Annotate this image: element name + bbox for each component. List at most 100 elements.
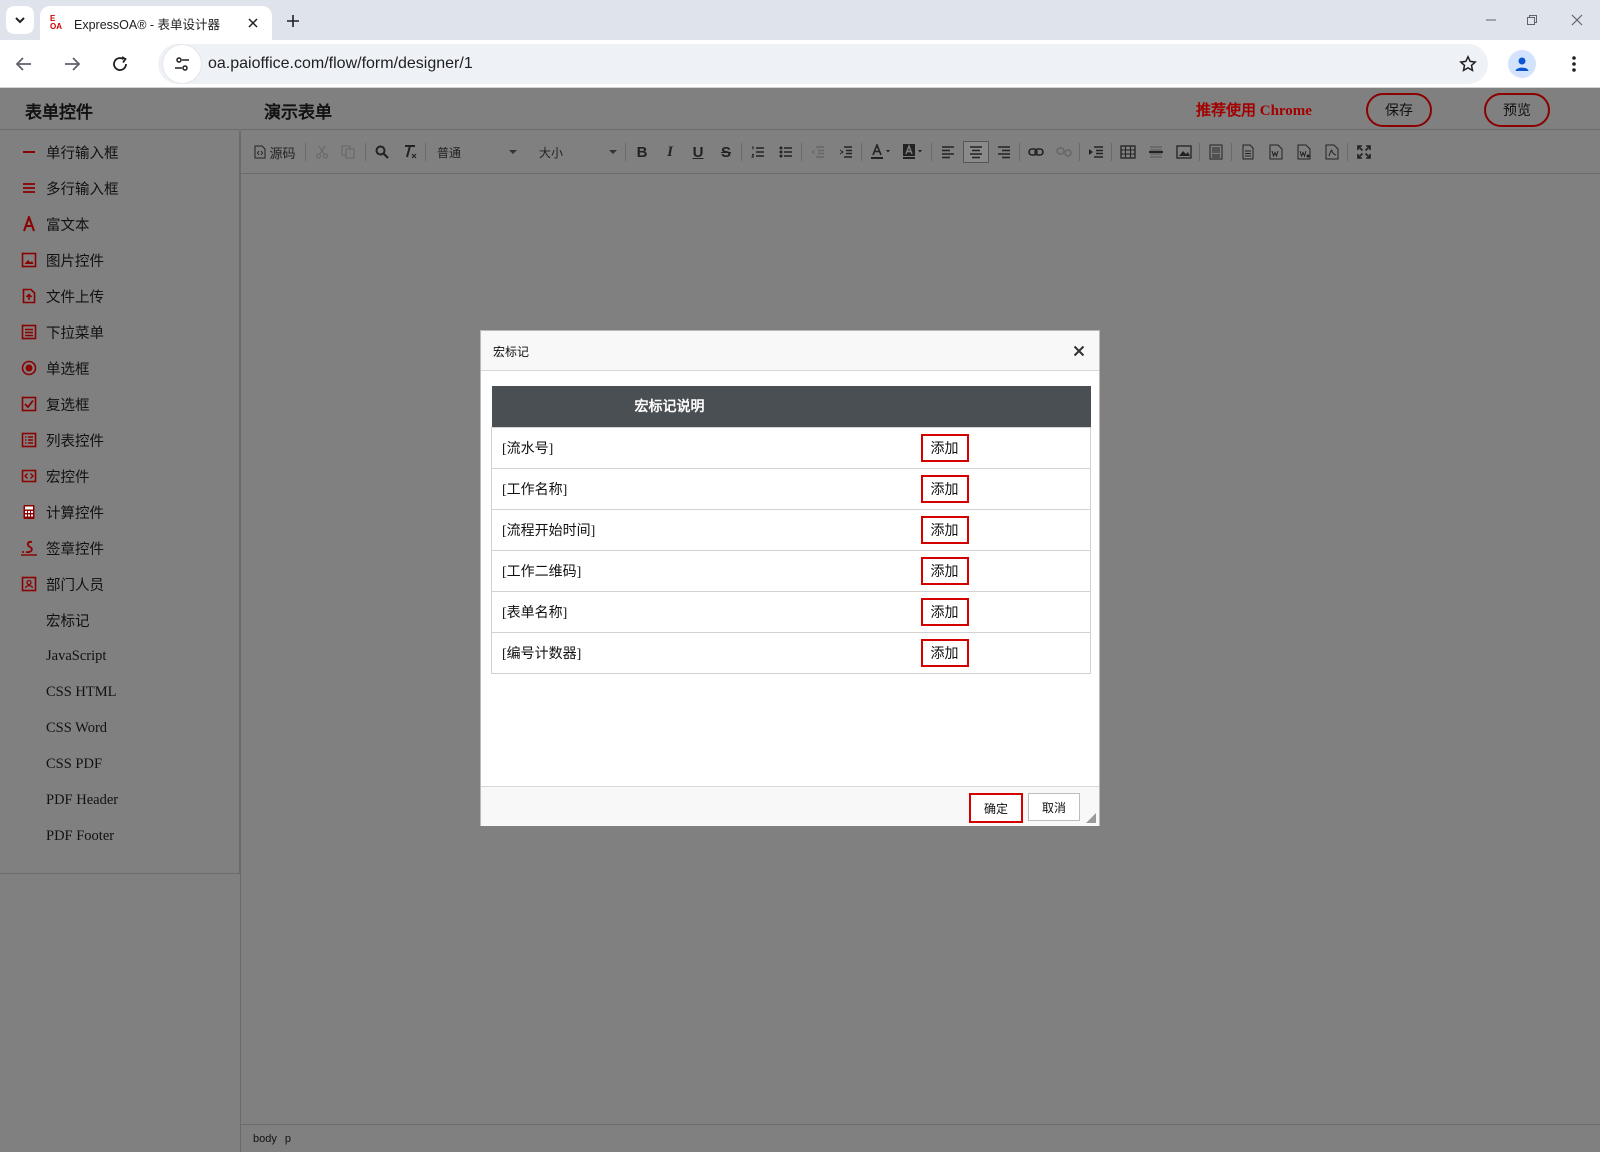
- confirm-button[interactable]: 确定: [969, 793, 1023, 823]
- sidebar-item-css-html[interactable]: CSS HTML: [46, 674, 117, 710]
- close-window-button[interactable]: [1564, 8, 1590, 32]
- sidebar-item-css-word[interactable]: CSS Word: [46, 710, 107, 746]
- link-icon[interactable]: [1025, 141, 1047, 163]
- macro-table: 宏标记说明 [流水号] 添加 [工作名称] 添加 [流程开始时间] 添加 [工作…: [491, 386, 1091, 674]
- cancel-button[interactable]: 取消: [1028, 793, 1080, 821]
- indent-icon[interactable]: [835, 141, 857, 163]
- word-import-icon[interactable]: [1293, 141, 1315, 163]
- add-button[interactable]: 添加: [920, 556, 969, 585]
- back-button[interactable]: [10, 50, 38, 78]
- document-icon[interactable]: [1237, 141, 1259, 163]
- pdf-export-icon[interactable]: [1321, 141, 1343, 163]
- sidebar-item-image-control[interactable]: 图片控件: [20, 242, 104, 278]
- browser-tab[interactable]: E OA ExpressOA® - 表单设计器: [40, 6, 272, 40]
- toolbar-separator: [305, 143, 306, 161]
- word-export-icon[interactable]: [1265, 141, 1287, 163]
- forward-button[interactable]: [58, 50, 86, 78]
- bold-icon[interactable]: B: [631, 141, 653, 163]
- horizontal-rule-icon[interactable]: [1145, 141, 1167, 163]
- restore-button[interactable]: [1519, 8, 1545, 32]
- sidebar-item-macro-control[interactable]: 宏控件: [20, 458, 90, 494]
- reload-button[interactable]: [106, 50, 134, 78]
- sidebar-item-calculation-control[interactable]: 计算控件: [20, 494, 104, 530]
- sidebar-item-javascript[interactable]: JavaScript: [46, 638, 106, 674]
- caret-down-icon: [609, 150, 617, 154]
- clear-format-icon[interactable]: [399, 141, 421, 163]
- add-button[interactable]: 添加: [920, 638, 969, 667]
- insert-image-icon[interactable]: [1173, 141, 1195, 163]
- path-p[interactable]: p: [285, 1133, 291, 1145]
- underline-icon[interactable]: U: [687, 141, 709, 163]
- sidebar-item-signature-control[interactable]: 签章控件: [20, 530, 104, 566]
- strikethrough-icon[interactable]: S: [715, 141, 737, 163]
- sidebar-item-pdf-header[interactable]: PDF Header: [46, 782, 118, 818]
- unlink-icon[interactable]: [1053, 141, 1075, 163]
- sidebar-item-label: 宏标记: [46, 613, 90, 630]
- add-button[interactable]: 添加: [920, 515, 969, 544]
- preview-button[interactable]: 预览: [1484, 93, 1550, 127]
- tab-search-button[interactable]: [6, 6, 34, 34]
- new-tab-button[interactable]: [280, 8, 306, 34]
- sidebar-item-css-pdf[interactable]: CSS PDF: [46, 746, 102, 782]
- department-icon: [20, 575, 38, 593]
- bulleted-list-icon[interactable]: [775, 141, 797, 163]
- italic-icon[interactable]: I: [659, 141, 681, 163]
- sidebar-item-rich-text[interactable]: 富文本: [20, 206, 90, 242]
- table-row: [工作名称] 添加: [491, 467, 1091, 510]
- maximize-icon[interactable]: [1353, 141, 1375, 163]
- anchor-icon[interactable]: [1085, 141, 1107, 163]
- sidebar-item-label: CSS HTML: [46, 683, 117, 700]
- sidebar-item-multi-line-input[interactable]: 多行输入框: [20, 170, 119, 206]
- numbered-list-icon[interactable]: [747, 141, 769, 163]
- sidebar-item-file-upload[interactable]: 文件上传: [20, 278, 104, 314]
- search-icon[interactable]: [371, 141, 393, 163]
- add-button[interactable]: 添加: [920, 597, 969, 626]
- sidebar-item-radio[interactable]: 单选框: [20, 350, 90, 386]
- toolbar-separator: [1079, 143, 1080, 161]
- align-right-icon[interactable]: [993, 141, 1015, 163]
- outdent-icon[interactable]: [807, 141, 829, 163]
- url-text[interactable]: oa.paioffice.com/flow/form/designer/1: [208, 55, 1452, 73]
- format-select[interactable]: 普通: [437, 141, 517, 163]
- cut-icon[interactable]: [311, 141, 333, 163]
- page-break-icon[interactable]: [1205, 141, 1227, 163]
- resize-handle-icon[interactable]: [1086, 813, 1096, 823]
- sidebar-item-dropdown-menu[interactable]: 下拉菜单: [20, 314, 104, 350]
- add-button[interactable]: 添加: [920, 474, 969, 503]
- sidebar-item-macro-tag[interactable]: 宏标记: [46, 602, 90, 638]
- sidebar-item-label: 图片控件: [46, 253, 104, 270]
- copy-icon[interactable]: [337, 141, 359, 163]
- tab-close-icon[interactable]: [244, 14, 262, 32]
- toolbar-separator: [1019, 143, 1020, 161]
- align-left-icon[interactable]: [937, 141, 959, 163]
- bookmark-star-icon[interactable]: [1452, 48, 1484, 80]
- sidebar-item-pdf-footer[interactable]: PDF Footer: [46, 818, 114, 854]
- sidebar-item-checkbox[interactable]: 复选框: [20, 386, 90, 422]
- single-line-icon: [20, 143, 38, 161]
- sidebar-item-label: 下拉菜单: [46, 325, 104, 342]
- sidebar-item-single-line-input[interactable]: 单行输入框: [20, 134, 119, 170]
- toolbar-separator: [1111, 143, 1112, 161]
- browser-menu-icon[interactable]: [1560, 50, 1588, 78]
- text-color-icon[interactable]: [867, 141, 895, 163]
- add-button[interactable]: 添加: [920, 433, 969, 462]
- close-icon[interactable]: [1069, 341, 1089, 361]
- align-center-icon[interactable]: [963, 141, 989, 163]
- save-button[interactable]: 保存: [1366, 93, 1432, 127]
- sidebar-item-list-control[interactable]: 列表控件: [20, 422, 104, 458]
- site-info-button[interactable]: [162, 44, 202, 84]
- path-body[interactable]: body: [253, 1133, 277, 1145]
- source-label: 源码: [269, 145, 296, 161]
- sidebar-item-department-personnel[interactable]: 部门人员: [20, 566, 104, 602]
- minimize-button[interactable]: [1478, 8, 1504, 32]
- chevron-down-icon: [15, 17, 25, 24]
- address-bar[interactable]: oa.paioffice.com/flow/form/designer/1: [158, 44, 1488, 84]
- profile-avatar-icon[interactable]: [1508, 50, 1536, 78]
- source-button[interactable]: 源码: [253, 141, 297, 163]
- background-color-icon[interactable]: [899, 141, 927, 163]
- macro-action-cell: 添加: [920, 426, 1091, 469]
- dialog-title-bar[interactable]: 宏标记: [481, 331, 1099, 371]
- macro-action-cell: 添加: [920, 467, 1091, 510]
- size-select[interactable]: 大小: [539, 141, 617, 163]
- table-icon[interactable]: [1117, 141, 1139, 163]
